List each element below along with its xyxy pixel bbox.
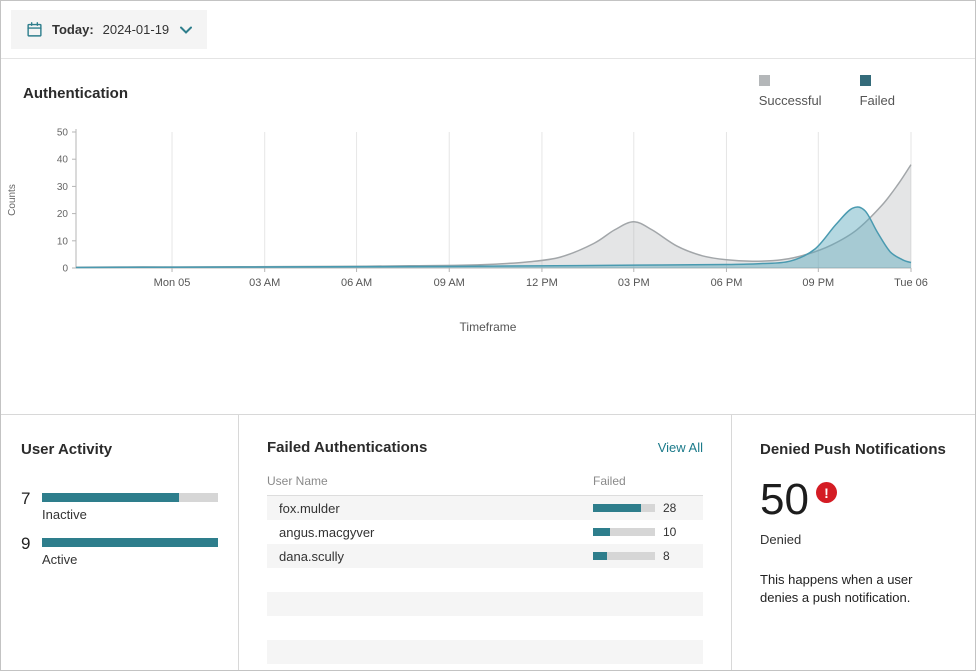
failed-bar [593,528,655,536]
failed-auth-header: Failed Authentications View All [267,439,703,456]
table-row: dana.scully 8 [267,544,703,568]
dashboard-page: Today: 2024-01-19 Authentication Success… [0,0,976,671]
view-all-link[interactable]: View All [658,440,703,455]
user-activity-row-inactive: 7 Inactive [21,490,218,522]
column-header-user-name: User Name [267,474,593,488]
svg-text:10: 10 [57,236,69,247]
svg-text:20: 20 [57,209,69,220]
chart-xaxis-label: Timeframe [1,320,975,334]
legend-label-successful: Successful [759,93,822,108]
svg-text:06 AM: 06 AM [341,277,372,289]
svg-text:Counts: Counts [7,184,18,216]
denied-description: This happens when a user denies a push n… [760,571,947,609]
authentication-section: Authentication Successful Failed 0 10 20 30… [1,59,975,334]
user-activity-row-active: 9 Active [21,535,218,567]
failed-auth-panel: Failed Authentications View All User Nam… [238,415,732,670]
bottom-panels: User Activity 7 Inactive 9 Active [1,414,975,670]
legend-item-failed: Failed [860,75,895,108]
svg-text:50: 50 [57,128,69,139]
active-bar-track [42,538,218,547]
user-activity-title: User Activity [21,441,218,458]
table-row-empty [267,592,703,616]
failed-count-cell: 8 [655,549,703,563]
failed-bar [593,552,655,560]
table-row: angus.macgyver 10 [267,520,703,544]
failed-bar-fill [593,552,607,560]
inactive-label: Inactive [42,507,218,522]
svg-text:09 AM: 09 AM [434,277,465,289]
active-bar-fill [42,538,218,547]
user-activity-rows: 7 Inactive 9 Active [21,490,218,567]
active-bar-group: Active [42,535,218,567]
inactive-bar-fill [42,493,179,502]
failed-bar-fill [593,528,610,536]
inactive-count: 7 [21,490,33,509]
svg-text:40: 40 [57,155,69,166]
inactive-bar-track [42,493,218,502]
svg-text:03 AM: 03 AM [249,277,280,289]
svg-text:Tue 06: Tue 06 [894,277,928,289]
svg-text:09 PM: 09 PM [802,277,834,289]
denied-count: 50 [760,480,809,520]
alert-circle-icon: ! [816,482,837,503]
table-row-empty [267,640,703,664]
active-label: Active [42,552,218,567]
authentication-chart: 0 10 20 30 40 50 Mon 05 03 AM 06 AM 09 AM 12 PM 03 … [1,122,975,304]
chart-legend: Successful Failed [759,75,895,108]
failed-auth-title: Failed Authentications [267,439,427,456]
table-row-empty [267,568,703,592]
date-value: 2024-01-19 [103,22,170,37]
table-body: fox.mulder 28 angus.macgyver 10 dana.scu… [267,496,703,670]
user-name-cell: fox.mulder [267,501,593,516]
date-label: Today: [52,22,94,37]
failed-bar [593,504,655,512]
legend-item-successful: Successful [759,75,822,108]
active-count: 9 [21,535,33,554]
table-header: User Name Failed [267,474,703,496]
svg-text:30: 30 [57,182,69,193]
topbar: Today: 2024-01-19 [1,1,975,59]
failed-bar-track [593,528,655,536]
failed-count-cell: 28 [655,501,703,515]
svg-text:03 PM: 03 PM [618,277,650,289]
legend-swatch-successful [759,75,770,86]
denied-push-title: Denied Push Notifications [760,441,947,458]
legend-label-failed: Failed [860,93,895,108]
legend-swatch-failed [860,75,871,86]
failed-bar-fill [593,504,641,512]
denied-label: Denied [760,532,947,547]
svg-text:06 PM: 06 PM [711,277,743,289]
user-activity-panel: User Activity 7 Inactive 9 Active [1,415,238,670]
svg-text:12 PM: 12 PM [526,277,558,289]
inactive-bar-group: Inactive [42,490,218,522]
column-header-failed: Failed [593,474,703,488]
table-row: fox.mulder 28 [267,496,703,520]
failed-count-cell: 10 [655,525,703,539]
failed-bar-track [593,504,655,512]
failed-bar-track [593,552,655,560]
authentication-title: Authentication [23,85,128,102]
chevron-down-icon [180,26,192,34]
calendar-icon [26,21,43,38]
svg-text:Mon 05: Mon 05 [154,277,191,289]
denied-count-row: 50 ! [760,480,947,520]
denied-push-panel: Denied Push Notifications 50 ! Denied Th… [732,415,975,670]
user-name-cell: angus.macgyver [267,525,593,540]
svg-text:0: 0 [62,264,68,275]
table-row-empty [267,616,703,640]
authentication-header: Authentication Successful Failed [1,75,975,108]
date-range-selector[interactable]: Today: 2024-01-19 [11,10,207,49]
user-name-cell: dana.scully [267,549,593,564]
